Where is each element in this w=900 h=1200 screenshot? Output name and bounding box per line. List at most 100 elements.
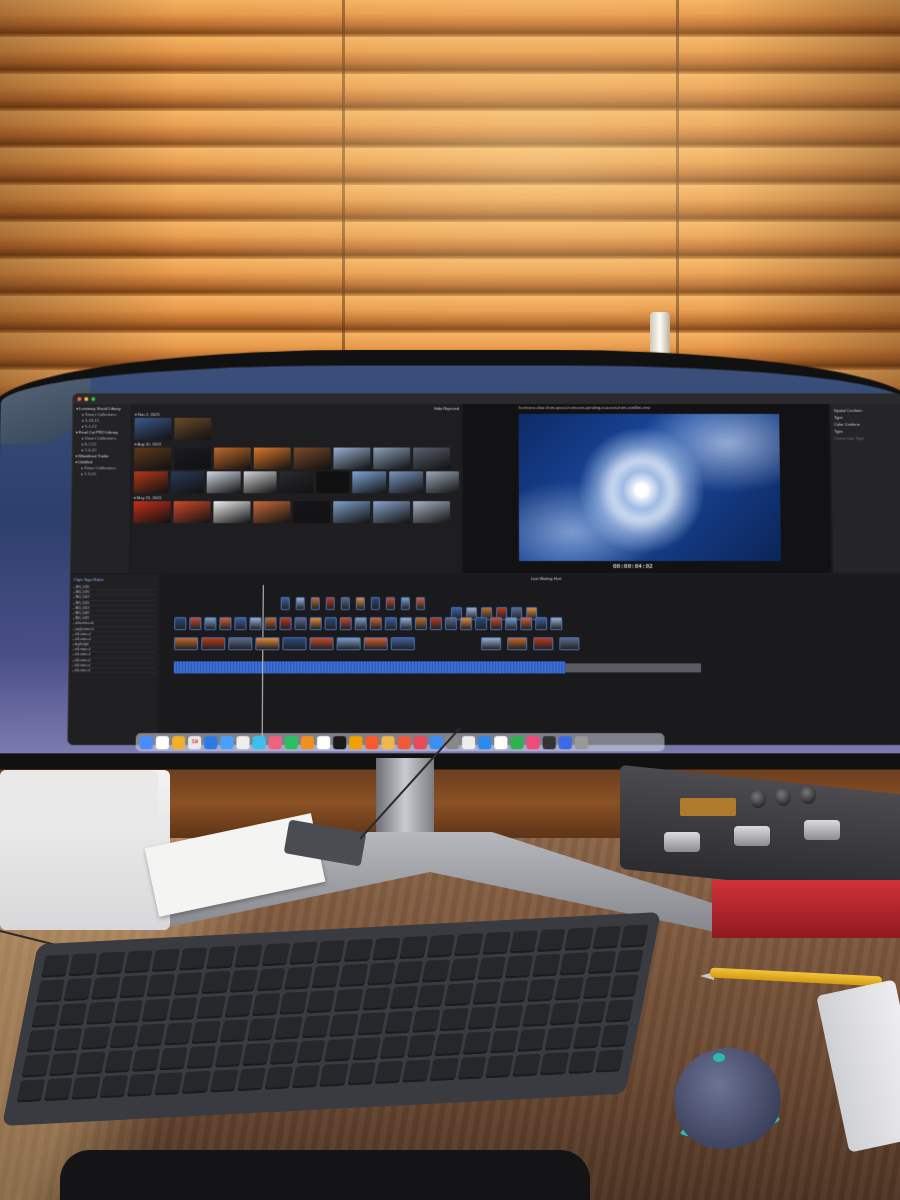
- timeline-clip[interactable]: [255, 637, 280, 651]
- clip-thumbnail[interactable]: [293, 447, 331, 470]
- clip-thumbnail[interactable]: [316, 471, 350, 494]
- timeline-clip[interactable]: [174, 617, 187, 631]
- timeline-clip[interactable]: [520, 617, 533, 631]
- dock-app-icon[interactable]: [413, 735, 427, 749]
- clip-thumbnail[interactable]: [373, 501, 411, 524]
- clip-thumbnail[interactable]: [173, 501, 211, 524]
- clip-thumbnail[interactable]: [373, 447, 411, 470]
- timeline-clip[interactable]: [204, 617, 217, 631]
- maximize-icon[interactable]: [91, 397, 96, 402]
- timeline-clip[interactable]: [460, 617, 473, 631]
- dock-app-icon[interactable]: [155, 735, 170, 749]
- timeline-clip[interactable]: [264, 617, 277, 631]
- timeline-clip[interactable]: [173, 637, 199, 651]
- timeline-clip[interactable]: [559, 637, 580, 651]
- timeline-clip[interactable]: [309, 637, 334, 651]
- timeline-clip[interactable]: [339, 617, 352, 631]
- timeline[interactable]: Last Waiting Hurt: [158, 575, 900, 746]
- clip-thumbnail[interactable]: [174, 417, 212, 440]
- dock-app-icon[interactable]: [510, 735, 524, 749]
- dock-app-icon[interactable]: [171, 735, 186, 749]
- timeline-clip[interactable]: [355, 597, 365, 611]
- dock-app-icon[interactable]: [558, 735, 572, 749]
- dock-app-icon[interactable]: [478, 735, 492, 749]
- timeline-clip[interactable]: [336, 637, 361, 651]
- clip-thumbnail[interactable]: [413, 447, 451, 470]
- timeline-clip[interactable]: [475, 617, 488, 631]
- timeline-clip[interactable]: [505, 617, 518, 631]
- clip-thumbnail[interactable]: [333, 447, 371, 470]
- timeline-clip[interactable]: [279, 617, 292, 631]
- timeline-clip[interactable]: [219, 617, 232, 631]
- clip-thumbnail[interactable]: [243, 471, 277, 494]
- dock-app-icon[interactable]: [494, 735, 508, 749]
- clip-thumbnail[interactable]: [253, 501, 291, 524]
- calendar-icon[interactable]: 19: [188, 735, 202, 749]
- timeline-clip[interactable]: [310, 597, 320, 611]
- clip-thumbnail[interactable]: [213, 501, 251, 524]
- timeline-clip[interactable]: [490, 617, 503, 631]
- timeline-clip[interactable]: [384, 617, 397, 631]
- clip-thumbnail[interactable]: [333, 501, 371, 524]
- inspector-field[interactable]: Type: [834, 428, 900, 435]
- audio-track[interactable]: [173, 661, 566, 674]
- clip-thumbnail[interactable]: [279, 471, 314, 494]
- timeline-clip[interactable]: [201, 637, 226, 651]
- inspector-field[interactable]: Type: [834, 414, 900, 421]
- inspector-field[interactable]: Color Conform: [834, 421, 900, 428]
- clip-thumbnail[interactable]: [389, 471, 423, 494]
- timeline-clip[interactable]: [228, 637, 253, 651]
- timeline-clip[interactable]: [444, 617, 458, 631]
- dock-app-icon[interactable]: [284, 735, 298, 749]
- clip-thumbnail[interactable]: [253, 447, 291, 470]
- clip-thumbnail[interactable]: [134, 417, 172, 440]
- timeline-clip[interactable]: [294, 617, 307, 631]
- timeline-clip[interactable]: [354, 617, 367, 631]
- timeline-clip[interactable]: [280, 597, 290, 611]
- dock-app-icon[interactable]: [204, 735, 218, 749]
- timeline-clip[interactable]: [414, 617, 427, 631]
- inspector-field[interactable]: Conversion Type: [834, 435, 900, 442]
- timeline-clip[interactable]: [399, 617, 412, 631]
- timeline-clip[interactable]: [507, 637, 528, 651]
- index-row[interactable]: ▪ still-views-cl: [72, 668, 155, 674]
- timeline-clip[interactable]: [282, 637, 307, 651]
- timeline-clip[interactable]: [429, 617, 442, 631]
- dock-app-icon[interactable]: [333, 735, 347, 749]
- timeline-clip[interactable]: [340, 597, 350, 611]
- dock-app-icon[interactable]: [574, 735, 588, 749]
- dock-app-icon[interactable]: [542, 735, 556, 749]
- clip-thumbnail[interactable]: [133, 471, 168, 494]
- dock-app-icon[interactable]: [349, 735, 363, 749]
- timeline-clip[interactable]: [189, 617, 202, 631]
- media-browser[interactable]: Hide Rejected ▾ Nov 2, 2023 ▾ Aug 10, 2023…: [130, 404, 462, 573]
- timeline-clip[interactable]: [309, 617, 322, 631]
- timeline-clip[interactable]: [363, 637, 388, 651]
- timeline-clip[interactable]: [533, 637, 554, 651]
- sidebar-item[interactable]: ▸ 7-9-20: [75, 471, 127, 477]
- timeline-clip[interactable]: [370, 597, 380, 611]
- clip-thumbnail[interactable]: [134, 447, 172, 470]
- timeline-clip[interactable]: [390, 637, 415, 651]
- macos-dock[interactable]: 19: [135, 733, 665, 752]
- clip-thumbnail[interactable]: [133, 501, 171, 524]
- timeline-clip[interactable]: [385, 597, 395, 611]
- clip-thumbnail[interactable]: [425, 471, 460, 494]
- timeline-clip[interactable]: [481, 637, 502, 651]
- dock-app-icon[interactable]: [268, 735, 282, 749]
- dock-app-icon[interactable]: [365, 735, 379, 749]
- timeline-clip[interactable]: [249, 617, 262, 631]
- dock-app-icon[interactable]: [381, 735, 395, 749]
- dock-app-icon[interactable]: [236, 735, 250, 749]
- libraries-sidebar[interactable]: ▾ Luminary Visual Library ▸ Smart Collect…: [70, 404, 131, 573]
- dock-app-icon[interactable]: [220, 735, 234, 749]
- close-icon[interactable]: [77, 397, 82, 402]
- final-cut-pro-window[interactable]: ▾ Luminary Visual Library ▸ Smart Collect…: [67, 393, 900, 746]
- timeline-index[interactable]: Clips Tags Roles ▪ IMG_0035 ▪ IMG_0076 ▪ I…: [68, 575, 159, 746]
- dock-app-icon[interactable]: [462, 735, 476, 749]
- timeline-clip[interactable]: [325, 597, 335, 611]
- clip-thumbnail[interactable]: [173, 447, 212, 470]
- timeline-clip[interactable]: [535, 617, 548, 631]
- dock-app-icon[interactable]: [316, 735, 331, 749]
- dock-app-icon[interactable]: [397, 735, 411, 749]
